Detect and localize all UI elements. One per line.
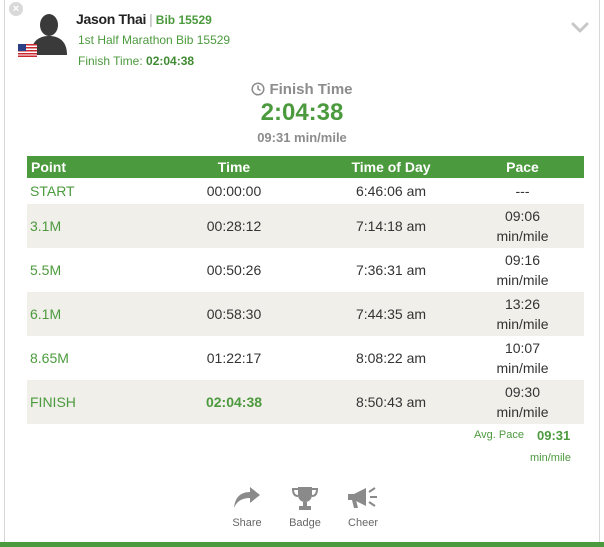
table-row: START 00:00:00 6:46:06 am --- — [27, 178, 584, 204]
avg-pace-unit: min/mile — [530, 452, 571, 464]
pace-unit: min/mile — [496, 272, 549, 288]
cell-time-of-day: 8:08:22 am — [355, 350, 427, 366]
cell-time: 00:28:12 — [147, 204, 321, 248]
summary-label-text: Finish Time — [269, 81, 353, 98]
table-row: 6.1M 00:58:30 7:44:35 am 13:26 min/mile — [27, 292, 584, 336]
pace-value: 09:16 — [504, 252, 541, 268]
cell-point: 6.1M — [27, 292, 147, 336]
table-row: FINISH 02:04:38 8:50:43 am 09:30 min/mile — [27, 380, 584, 424]
summary-time: 2:04:38 — [260, 99, 344, 126]
badge-label: Badge — [289, 517, 321, 529]
table-row: 5.5M 00:50:26 7:36:31 am 09:16 min/mile — [27, 248, 584, 292]
cell-time-of-day: 7:36:31 am — [355, 262, 427, 278]
pace-unit: min/mile — [496, 316, 549, 332]
bib-number: Bib 15529 — [155, 13, 212, 27]
cell-time: 00:00:00 — [206, 183, 262, 199]
finish-time-label: Finish Time: — [78, 54, 143, 68]
share-label: Share — [232, 517, 262, 529]
header-time-of-day: Time of Day — [321, 156, 461, 178]
cell-point: 8.65M — [30, 350, 69, 366]
megaphone-icon — [348, 487, 377, 508]
bottom-bar — [0, 542, 604, 547]
chevron-down-icon[interactable] — [570, 18, 590, 38]
header-time: Time — [147, 156, 321, 178]
cell-point: 3.1M — [27, 204, 147, 248]
runner-name[interactable]: Jason Thai — [76, 11, 146, 27]
cell-time-of-day: 7:14:18 am — [321, 204, 461, 248]
summary-label: Finish Time — [0, 81, 604, 98]
cell-pace: 13:26 min/mile — [461, 292, 584, 336]
cheer-label: Cheer — [348, 517, 378, 529]
pace-unit: min/mile — [496, 360, 549, 376]
cell-time-of-day: 8:50:43 am — [321, 380, 461, 424]
cell-point: 5.5M — [30, 262, 62, 278]
avg-pace-label: Avg. Pace — [474, 429, 524, 441]
cell-time: 00:50:26 — [206, 262, 262, 278]
table-row: 3.1M 00:28:12 7:14:18 am 09:06 min/mile — [27, 204, 584, 248]
runner-header: Jason Thai | Bib 15529 — [76, 11, 212, 27]
cell-pace: 09:06 min/mile — [461, 204, 584, 248]
action-bar: Share Badge Cheer — [0, 485, 604, 535]
share-icon — [234, 487, 260, 508]
trophy-icon — [291, 487, 319, 510]
pace-value: 13:26 — [504, 296, 541, 312]
pace-value: 09:30 — [504, 384, 541, 400]
cell-time: 01:22:17 — [206, 350, 262, 366]
pace-value: 10:07 — [504, 340, 541, 356]
badge-button[interactable]: Badge — [283, 485, 327, 529]
cell-time-of-day: 6:46:06 am — [355, 183, 427, 199]
us-flag-icon — [18, 44, 37, 57]
pace-unit: min/mile — [496, 404, 549, 420]
table-header-row: Point Time Time of Day Pace — [27, 156, 584, 178]
cell-time: 00:58:30 — [147, 292, 321, 336]
pace-unit: min/mile — [496, 228, 549, 244]
cell-pace: --- — [461, 178, 584, 204]
header-pace: Pace — [461, 156, 584, 178]
cheer-button[interactable]: Cheer — [341, 485, 385, 529]
table-row: 8.65M 01:22:17 8:08:22 am 10:07 min/mile — [27, 336, 584, 380]
cell-pace: 10:07 min/mile — [461, 336, 584, 380]
cell-pace: 09:30 min/mile — [461, 380, 584, 424]
splits-table: Point Time Time of Day Pace START 00:00:… — [27, 156, 584, 424]
header-point: Point — [27, 156, 147, 178]
event-description: 1st Half Marathon Bib 15529 — [78, 33, 231, 47]
cell-point: FINISH — [27, 380, 147, 424]
finish-time-line: Finish Time: 02:04:38 — [78, 54, 194, 68]
finish-time-value: 02:04:38 — [146, 54, 195, 68]
clock-icon — [251, 82, 266, 96]
cell-time: 02:04:38 — [147, 380, 321, 424]
cell-time-of-day: 7:44:35 am — [321, 292, 461, 336]
share-button[interactable]: Share — [225, 485, 269, 529]
close-icon[interactable]: × — [9, 2, 23, 16]
pace-value: --- — [515, 183, 530, 199]
avg-pace-value: 09:31 — [537, 428, 571, 443]
pace-value: 09:06 — [504, 208, 541, 224]
cell-pace: 09:16 min/mile — [461, 248, 584, 292]
cell-point: START — [30, 183, 75, 199]
summary-pace: 09:31 min/mile — [257, 130, 347, 145]
